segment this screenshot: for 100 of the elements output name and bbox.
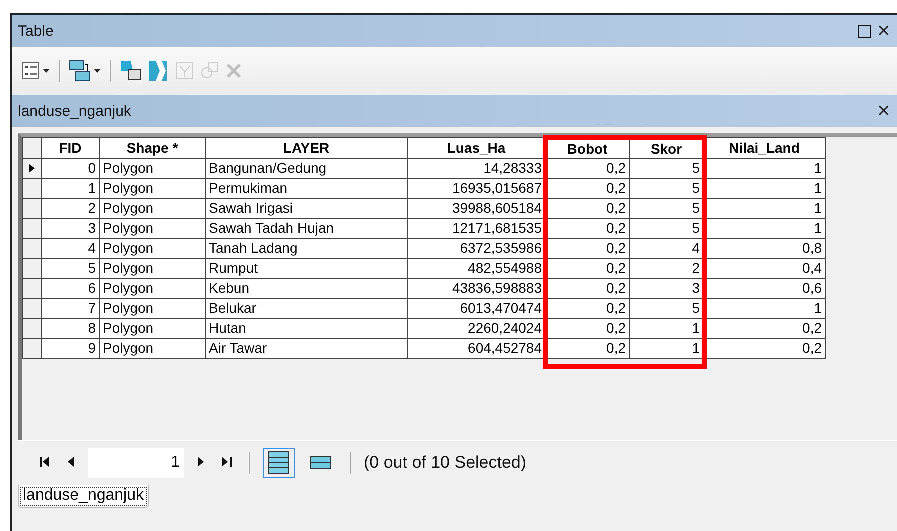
table-cell: Air Tawar: [206, 339, 408, 359]
list-icon: [22, 62, 40, 80]
filter-icon: [176, 62, 194, 80]
table-cell: 2: [42, 199, 100, 219]
table-cell: Polygon: [100, 299, 206, 319]
table-cell: 5: [630, 199, 704, 219]
table-cell: 2260,24024: [408, 319, 546, 339]
table-cell: 0,2: [546, 219, 630, 239]
column-header[interactable]: LAYER: [206, 137, 408, 159]
column-header[interactable]: Shape *: [100, 137, 206, 159]
table-cell: 1: [704, 299, 826, 319]
table-cell: 0: [42, 159, 100, 179]
row-selector[interactable]: [22, 319, 42, 339]
toolbar-button[interactable]: [69, 60, 101, 82]
table-cell: 5: [630, 219, 704, 239]
table-cell: Polygon: [100, 279, 206, 299]
table-cell: 1: [704, 219, 826, 239]
table-cell: 5: [630, 299, 704, 319]
table-cell: 6372,535986: [408, 239, 546, 259]
selection-status: (0 out of 10 Selected): [364, 453, 527, 473]
zoom-icon: [200, 61, 220, 81]
table-cell: 43836,598883: [408, 279, 546, 299]
table-cell: 0,2: [704, 319, 826, 339]
table-cell: Hutan: [206, 319, 408, 339]
tables-icon: [69, 60, 91, 82]
toolbar-button[interactable]: [120, 60, 142, 82]
table-cell: 0,6: [704, 279, 826, 299]
table-cell: Polygon: [100, 219, 206, 239]
table-cell: Polygon: [100, 259, 206, 279]
previous-icon: [68, 456, 74, 466]
table-cell: 1: [704, 159, 826, 179]
table-cell: Kebun: [206, 279, 408, 299]
row-selector[interactable]: [22, 299, 42, 319]
all-records-icon: [268, 451, 290, 475]
close-button[interactable]: ×: [874, 22, 893, 40]
column-header[interactable]: FID: [42, 137, 100, 159]
table-cell: 16935,015687: [408, 179, 546, 199]
toolbar-button[interactable]: [22, 62, 50, 80]
row-selector[interactable]: [22, 259, 42, 279]
table-cell: 2: [630, 259, 704, 279]
table-cell: 0,2: [546, 179, 630, 199]
row-selector[interactable]: [22, 339, 42, 359]
table-cell: 1: [42, 179, 100, 199]
table-cell: 1: [630, 339, 704, 359]
table-cell: 1: [704, 199, 826, 219]
table-cell: Sawah Irigasi: [206, 199, 408, 219]
table-cell: 5: [630, 159, 704, 179]
table-cell: 5: [42, 259, 100, 279]
table-cell: Rumput: [206, 259, 408, 279]
swap-icon: [148, 60, 170, 82]
table-cell: 4: [42, 239, 100, 259]
close-button[interactable]: ×: [874, 102, 893, 120]
first-icon: [40, 456, 50, 466]
table-cell: Polygon: [100, 319, 206, 339]
table-cell: Polygon: [100, 339, 206, 359]
delete-icon: [226, 63, 242, 79]
next-icon: [198, 456, 204, 466]
row-selector[interactable]: [22, 159, 42, 179]
table-cell: 482,554988: [408, 259, 546, 279]
row-header: [22, 137, 42, 159]
table-cell: 0,2: [546, 299, 630, 319]
table-cell: 12171,681535: [408, 219, 546, 239]
table-map-icon: [120, 60, 142, 82]
table-cell: 0,2: [546, 339, 630, 359]
table-cell: 0,2: [546, 159, 630, 179]
table-cell: 1: [630, 319, 704, 339]
table-cell: 6013,470474: [408, 299, 546, 319]
table-tab[interactable]: landuse_nganjuk: [18, 485, 149, 508]
row-selector[interactable]: [22, 179, 42, 199]
table-cell: 4: [630, 239, 704, 259]
table-cell: 0,2: [704, 339, 826, 359]
column-header[interactable]: Nilai_Land: [704, 137, 826, 159]
table-cell: Polygon: [100, 199, 206, 219]
row-selector[interactable]: [22, 219, 42, 239]
table-cell: Polygon: [100, 179, 206, 199]
table-cell: Tanah Ladang: [206, 239, 408, 259]
table-cell: 604,452784: [408, 339, 546, 359]
table-cell: 0,2: [546, 199, 630, 219]
table-cell: 0,4: [704, 259, 826, 279]
show-all-button[interactable]: [263, 448, 295, 478]
table-cell: Polygon: [100, 159, 206, 179]
row-selector[interactable]: [22, 239, 42, 259]
row-selector[interactable]: [22, 279, 42, 299]
column-header[interactable]: Luas_Ha: [408, 137, 546, 159]
table-cell: Polygon: [100, 239, 206, 259]
record-field[interactable]: 1: [88, 448, 184, 478]
table-cell: 39988,605184: [408, 199, 546, 219]
row-selector[interactable]: [22, 199, 42, 219]
maximize-button[interactable]: □: [854, 22, 875, 40]
selected-records-icon: [310, 456, 332, 470]
table-cell: 0,2: [546, 319, 630, 339]
table-cell: Bangunan/Gedung: [206, 159, 408, 179]
last-icon: [222, 456, 232, 466]
caret-icon: [94, 69, 101, 73]
table-cell: 3: [42, 219, 100, 239]
table-cell: Permukiman: [206, 179, 408, 199]
table-cell: 7: [42, 299, 100, 319]
table-cell: 1: [704, 179, 826, 199]
table-cell: 5: [630, 179, 704, 199]
table-cell: Sawah Tadah Hujan: [206, 219, 408, 239]
